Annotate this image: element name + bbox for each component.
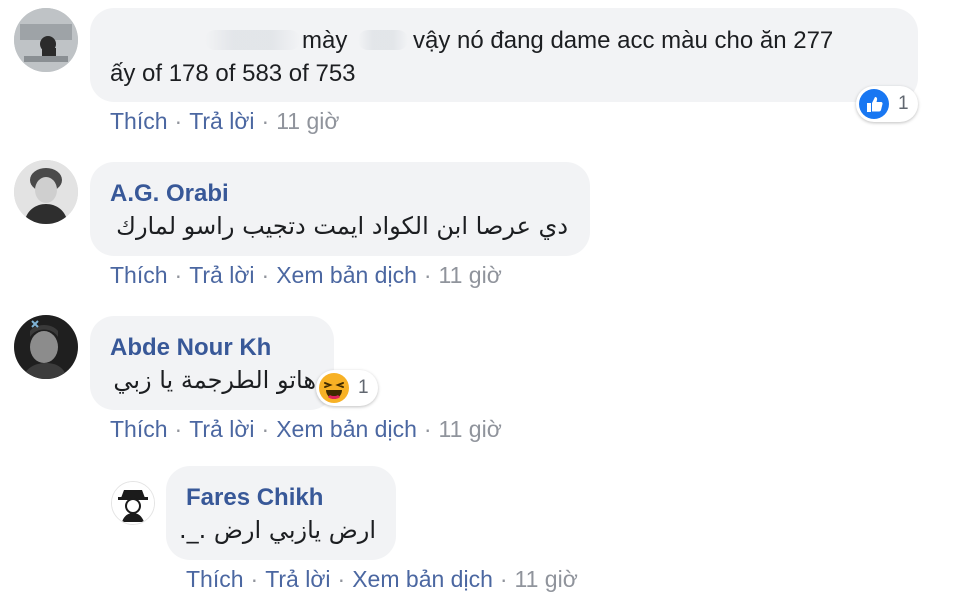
avatar[interactable] (14, 160, 78, 224)
like-link[interactable]: Thích (110, 108, 168, 134)
reaction-count: 1 (358, 377, 369, 398)
profile-photo-icon (14, 315, 78, 379)
haha-icon (319, 373, 349, 403)
avatar[interactable] (111, 481, 155, 525)
profile-photo-icon (112, 482, 154, 524)
comment-text: mày (302, 27, 348, 54)
timestamp[interactable]: 11 giờ (515, 566, 578, 592)
see-translation-link[interactable]: Xem bản dịch (352, 566, 493, 592)
comment-author[interactable]: Fares Chikh (186, 484, 323, 512)
see-translation-link[interactable]: Xem bản dịch (276, 262, 417, 288)
reply-link[interactable]: Trả lời (189, 108, 254, 134)
comment-text: دي عرصا ابن الكواد ايمت دتجيب راسو لمارك (116, 212, 568, 240)
profile-photo-icon (14, 160, 78, 224)
comment-actions: Thích · Trả lời · Xem bản dịch · 11 giờ (186, 566, 578, 592)
comment-author[interactable]: Abde Nour Kh (110, 334, 271, 362)
redacted-name (358, 30, 408, 50)
comment-text: ارض يازبي ارض ._. (179, 516, 376, 544)
avatar[interactable] (14, 315, 78, 379)
timestamp[interactable]: 11 giờ (439, 416, 502, 442)
like-link[interactable]: Thích (110, 416, 168, 442)
reaction-summary[interactable]: 1 (316, 370, 378, 406)
avatar[interactable] (14, 8, 78, 72)
comment-text: ấy of 178 of 583 of 753 (110, 60, 356, 87)
reply-link[interactable]: Trả lời (189, 262, 254, 288)
see-translation-link[interactable]: Xem bản dịch (276, 416, 417, 442)
profile-photo-icon (14, 8, 78, 72)
reply-link[interactable]: Trả lời (189, 416, 254, 442)
comment-text: vậy nó đang dame acc màu cho ăn 277 (413, 27, 834, 54)
reaction-summary[interactable]: 1 (856, 86, 918, 122)
timestamp[interactable]: 11 giờ (276, 108, 339, 134)
redacted-name (205, 30, 300, 50)
timestamp[interactable]: 11 giờ (439, 262, 502, 288)
comment-text: هاتو الطرجمة يا زبي (113, 366, 316, 394)
comment-actions: Thích · Trả lời · 11 giờ (110, 108, 340, 134)
like-link[interactable]: Thích (110, 262, 168, 288)
like-icon (859, 89, 889, 119)
comment-actions: Thích · Trả lời · Xem bản dịch · 11 giờ (110, 262, 502, 288)
reply-link[interactable]: Trả lời (265, 566, 330, 592)
like-link[interactable]: Thích (186, 566, 244, 592)
comment-author[interactable]: A.G. Orabi (110, 180, 229, 208)
comment-actions: Thích · Trả lời · Xem bản dịch · 11 giờ (110, 416, 502, 442)
reaction-count: 1 (898, 93, 909, 114)
